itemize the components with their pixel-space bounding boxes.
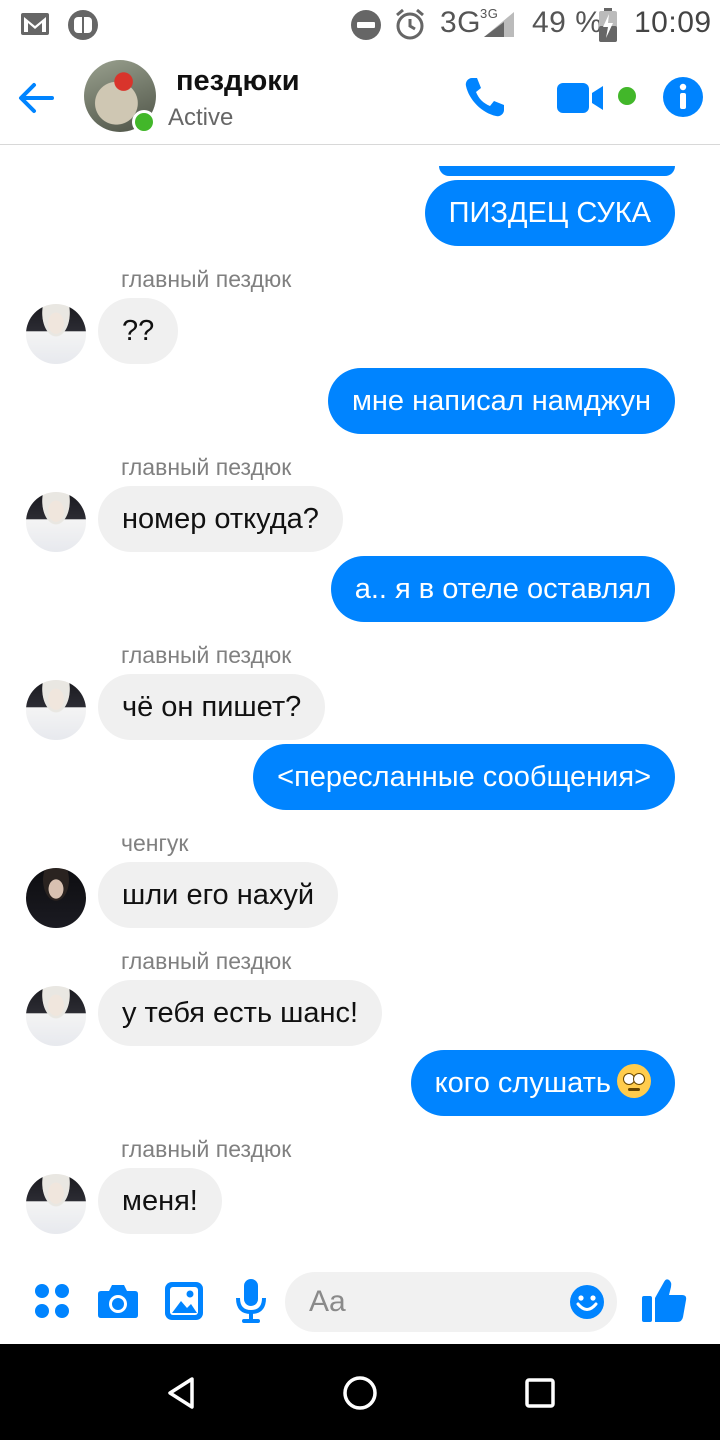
do-not-disturb-icon — [351, 10, 381, 40]
sender-avatar[interactable] — [26, 868, 86, 928]
clock: 10:09 — [634, 6, 712, 39]
message-input[interactable]: Aa — [285, 1272, 617, 1332]
gallery-icon[interactable] — [164, 1281, 204, 1321]
message-input-placeholder: Aa — [309, 1285, 346, 1318]
info-icon[interactable] — [662, 76, 704, 118]
online-indicator — [132, 110, 156, 134]
network-type: 3G — [440, 6, 482, 39]
conversation-title[interactable]: пездюки — [176, 65, 300, 98]
message-bubble-incoming[interactable]: чё он пишет? — [98, 674, 326, 740]
sender-avatar[interactable] — [26, 680, 86, 740]
camera-icon[interactable] — [97, 1283, 139, 1319]
cropped-outgoing-bubble — [439, 166, 675, 176]
message-thread[interactable]: ПИЗДЕЦ СУКА главный пездюк ?? мне написа… — [0, 146, 720, 1256]
message-composer: Aa — [0, 1256, 720, 1344]
emoji-icon[interactable] — [569, 1284, 605, 1320]
message-bubble-outgoing[interactable]: а.. я в отеле оставлял — [330, 556, 675, 622]
sender-avatar[interactable] — [26, 492, 86, 552]
thumbs-up-icon[interactable] — [640, 1276, 688, 1324]
sender-avatar[interactable] — [26, 1174, 86, 1234]
video-call-icon[interactable] — [556, 82, 606, 114]
sender-name: главный пездюк — [121, 948, 292, 974]
message-bubble-incoming[interactable]: меня! — [98, 1168, 222, 1234]
message-text: кого слушать — [434, 1067, 611, 1099]
message-bubble-incoming[interactable]: шли его нахуй — [98, 862, 339, 928]
message-bubble-incoming[interactable]: у тебя есть шанс! — [98, 980, 383, 1046]
alarm-icon — [396, 8, 424, 40]
nav-home-icon[interactable] — [342, 1375, 378, 1411]
sender-name: ченгук — [121, 830, 189, 856]
status-bar: 3G 3G 49 % 10:09 — [0, 0, 720, 50]
sender-name: главный пездюк — [121, 1136, 292, 1162]
microphone-icon[interactable] — [234, 1278, 268, 1324]
sender-name: главный пездюк — [121, 642, 292, 668]
active-status: Active — [168, 104, 234, 131]
battery-charging-icon — [599, 8, 617, 42]
sender-name: главный пездюк — [121, 454, 292, 480]
video-active-dot — [618, 87, 636, 105]
system-navigation-bar — [0, 1344, 720, 1440]
app-notification-icon — [68, 10, 98, 40]
message-bubble-outgoing[interactable]: мне написал намджун — [327, 368, 675, 434]
gmail-icon — [21, 13, 49, 35]
sender-name: главный пездюк — [121, 266, 292, 292]
message-bubble-outgoing[interactable]: кого слушать — [410, 1050, 675, 1116]
menu-dots-icon[interactable] — [34, 1283, 70, 1319]
message-bubble-incoming[interactable]: ?? — [98, 298, 179, 364]
sender-avatar[interactable] — [26, 986, 86, 1046]
nav-back-icon[interactable] — [166, 1376, 196, 1410]
message-bubble-outgoing[interactable]: <пересланные сообщения> — [253, 744, 675, 810]
conversation-header: пездюки Active — [0, 50, 720, 145]
signal-icon — [484, 12, 514, 37]
nav-recents-icon[interactable] — [524, 1377, 556, 1409]
message-bubble-incoming[interactable]: номер откуда? — [98, 486, 343, 552]
message-bubble-outgoing[interactable]: ПИЗДЕЦ СУКА — [424, 180, 675, 246]
phone-call-icon[interactable] — [462, 74, 508, 120]
sender-avatar[interactable] — [26, 304, 86, 364]
back-arrow-icon[interactable] — [16, 78, 56, 118]
battery-level: 49 % — [532, 6, 603, 39]
face-with-rolling-eyes-icon — [617, 1064, 651, 1098]
